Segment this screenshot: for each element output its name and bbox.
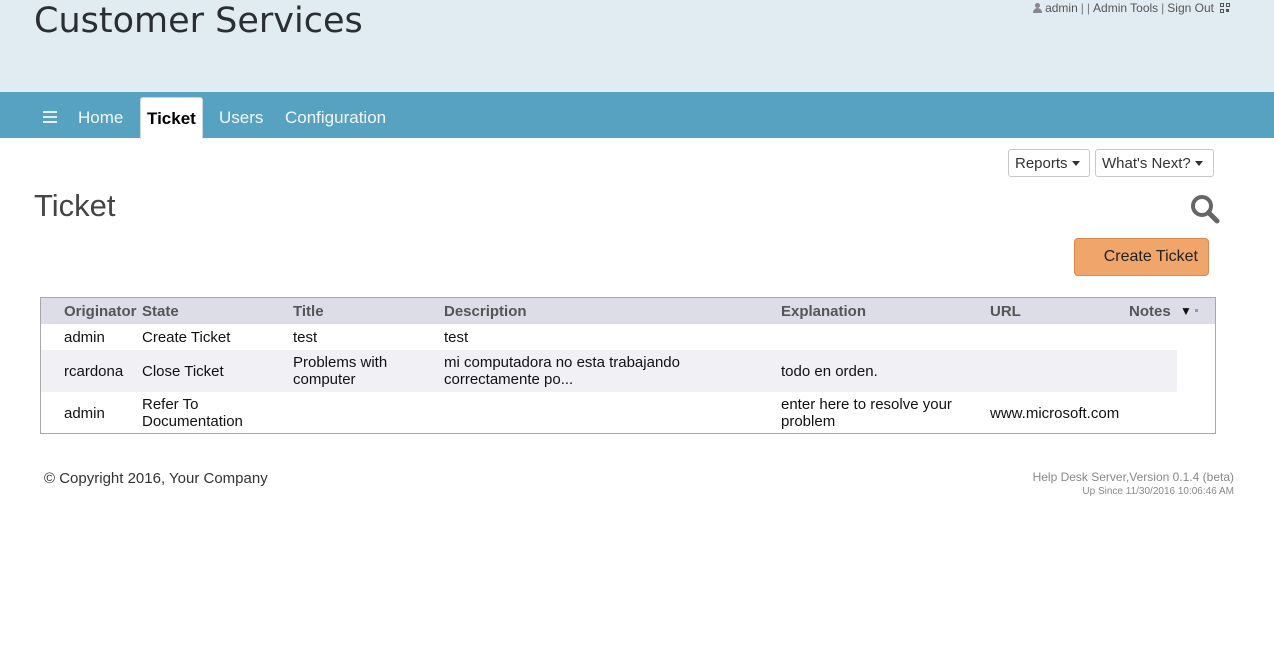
version-text: Help Desk Server,Version 0.1.4 (beta)	[1032, 470, 1234, 484]
table-row[interactable]: rcardona Close Ticket Problems with comp…	[41, 350, 1177, 392]
cell-explanation-line: problem	[781, 413, 836, 430]
uptime-text: Up Since 11/30/2016 10:06:46 AM	[1082, 486, 1234, 497]
admin-tools-link[interactable]: Admin Tools	[1093, 0, 1158, 16]
cell-description: test	[444, 329, 469, 346]
column-header-originator[interactable]: Originator	[64, 298, 137, 326]
column-header-state[interactable]: State	[142, 298, 179, 326]
reports-label: Reports	[1015, 155, 1068, 172]
column-header-title[interactable]: Title	[293, 298, 324, 326]
column-menu-button[interactable]: ▼	[1180, 304, 1198, 318]
user-link[interactable]: admin	[1045, 0, 1078, 16]
cell-originator: admin	[64, 405, 105, 422]
cell-title: test	[293, 329, 318, 346]
cell-description-line: correctamente po...	[444, 371, 574, 388]
separator: |	[1161, 1, 1165, 15]
search-icon[interactable]	[1190, 194, 1220, 224]
column-header-explanation[interactable]: Explanation	[781, 298, 866, 326]
table-header: Originator State Title Description Expla…	[41, 298, 1215, 324]
cell-state-line: Documentation	[142, 413, 243, 430]
table-row[interactable]: admin Create Ticket test test	[41, 324, 1177, 350]
cell-description-line: mi computadora no esta trabajando	[444, 354, 680, 371]
nav-item-configuration[interactable]: Configuration	[285, 92, 386, 138]
hamburger-menu-icon[interactable]	[43, 111, 57, 123]
sign-out-link[interactable]: Sign Out	[1167, 0, 1214, 16]
whats-next-dropdown[interactable]: What's Next?	[1095, 149, 1214, 177]
nav-item-ticket[interactable]: Ticket	[140, 97, 203, 139]
table-row[interactable]: admin Refer To Documentation enter here …	[41, 392, 1177, 434]
cell-originator: admin	[64, 329, 105, 346]
caret-down-icon	[1071, 161, 1080, 166]
cell-url[interactable]: www.microsoft.com	[990, 405, 1119, 422]
reports-dropdown[interactable]: Reports	[1008, 149, 1090, 177]
cell-state: Refer To Documentation	[142, 396, 243, 430]
column-header-notes[interactable]: Notes	[1129, 298, 1171, 326]
cell-state-line: Refer To	[142, 396, 199, 413]
create-ticket-button[interactable]: Create Ticket	[1074, 238, 1209, 276]
cell-explanation: enter here to resolve your problem	[781, 396, 952, 430]
cell-explanation: todo en orden.	[781, 363, 878, 380]
whats-next-label: What's Next?	[1102, 155, 1191, 172]
cell-originator: rcardona	[64, 363, 124, 380]
cell-description: mi computadora no esta trabajando correc…	[444, 354, 680, 388]
cell-title: Problems with computer	[293, 354, 387, 388]
nav-item-home[interactable]: Home	[78, 92, 123, 138]
page-title: Ticket	[34, 188, 116, 223]
column-header-url[interactable]: URL	[990, 298, 1021, 326]
nav-item-users[interactable]: Users	[219, 92, 263, 138]
copyright-text: © Copyright 2016, Your Company	[44, 470, 268, 487]
cell-explanation-line: enter here to resolve your	[781, 396, 952, 413]
column-menu-dot	[1194, 309, 1198, 312]
site-title: Customer Services	[34, 1, 363, 41]
cell-title-line: computer	[293, 371, 356, 388]
caret-down-icon	[1194, 161, 1203, 166]
person-icon	[1033, 3, 1043, 13]
cell-state: Create Ticket	[142, 329, 231, 346]
qr-code-icon[interactable]	[1220, 3, 1230, 13]
ticket-table: Originator State Title Description Expla…	[40, 297, 1216, 434]
column-header-description[interactable]: Description	[444, 298, 527, 326]
cell-title-line: Problems with	[293, 354, 388, 371]
separator: |	[1080, 1, 1084, 15]
cell-state: Close Ticket	[142, 363, 224, 380]
column-menu-icon: ▼	[1180, 304, 1192, 318]
user-bar: admin | | Admin Tools | Sign Out	[1033, 0, 1230, 16]
